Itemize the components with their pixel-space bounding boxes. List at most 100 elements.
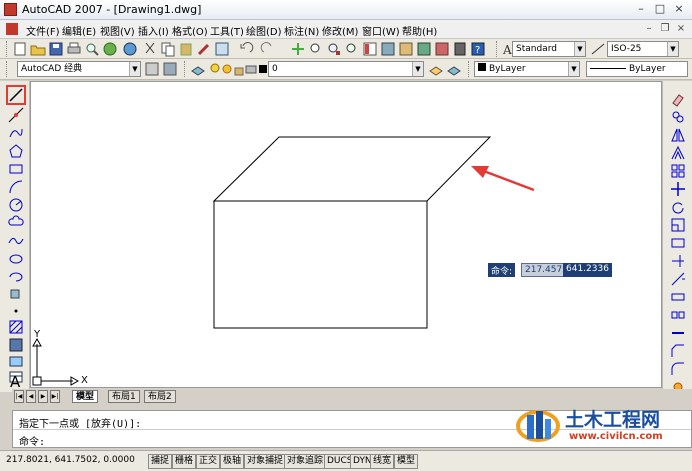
break-at-point-icon[interactable] [670, 289, 686, 305]
doc-minimize-button[interactable]: – [642, 22, 656, 36]
pan-icon[interactable] [290, 41, 306, 57]
menu-modify[interactable]: 修改(M) [320, 22, 360, 39]
grid-toggle[interactable]: 栅格 [172, 454, 197, 469]
ellipse-arc-icon[interactable] [8, 269, 24, 285]
next-tab-button[interactable]: ▶ [38, 390, 48, 403]
doc-close-button[interactable]: × [674, 22, 688, 36]
otrack-toggle[interactable]: 对象追踪 [284, 454, 327, 469]
menu-dimension[interactable]: 标注(N) [282, 22, 321, 39]
copy-icon[interactable] [160, 41, 176, 57]
break-icon[interactable] [670, 307, 686, 323]
ortho-toggle[interactable]: 正交 [196, 454, 221, 469]
print-icon[interactable] [66, 41, 82, 57]
sheet-set-icon[interactable] [416, 41, 432, 57]
text-style-dropdown[interactable]: Standard ▼ [512, 41, 586, 57]
layer-manager-icon[interactable] [190, 61, 206, 77]
polyline-icon[interactable] [8, 125, 24, 141]
save-icon[interactable] [48, 41, 64, 57]
offset-icon[interactable] [670, 145, 686, 161]
match-properties-icon[interactable] [196, 41, 212, 57]
layer-dropdown[interactable]: 0 ▼ [268, 61, 424, 77]
menu-draw[interactable]: 绘图(D) [244, 22, 284, 39]
workspace-settings-icon[interactable] [144, 61, 160, 77]
my-workspace-icon[interactable] [162, 61, 178, 77]
help-icon[interactable]: ? [470, 41, 486, 57]
document-icon[interactable] [6, 23, 18, 35]
doc-restore-button[interactable]: ❐ [658, 22, 672, 36]
cut-icon[interactable] [142, 41, 158, 57]
insert-block-icon[interactable] [8, 287, 24, 303]
construction-line-icon[interactable] [8, 107, 24, 123]
tool-palettes-icon[interactable] [398, 41, 414, 57]
new-file-icon[interactable] [12, 41, 28, 57]
move-icon[interactable] [670, 181, 686, 197]
multiline-text-icon[interactable]: A [8, 373, 24, 389]
spline-icon[interactable] [8, 233, 24, 249]
close-button[interactable]: × [670, 2, 688, 17]
properties-icon[interactable] [362, 41, 378, 57]
snap-toggle[interactable]: 捕捉 [148, 454, 173, 469]
linetype-dropdown[interactable]: ByLayer [586, 61, 688, 77]
redo-icon[interactable] [260, 41, 276, 57]
extend-icon[interactable] [670, 271, 686, 287]
gradient-icon[interactable] [8, 337, 24, 353]
design-center-icon[interactable] [380, 41, 396, 57]
mirror-icon[interactable] [670, 127, 686, 143]
minimize-button[interactable]: – [632, 2, 650, 17]
rotate-icon[interactable] [670, 199, 686, 215]
drawing-canvas[interactable]: Y X [30, 81, 662, 388]
chamfer-icon[interactable] [670, 343, 686, 359]
line-icon[interactable] [8, 87, 24, 103]
paste-icon[interactable] [178, 41, 194, 57]
hatch-icon[interactable] [8, 319, 24, 335]
toolbar-grip[interactable] [6, 41, 9, 57]
toolbar-grip[interactable] [496, 41, 499, 57]
lineweight-toggle[interactable]: 线宽 [370, 454, 395, 469]
make-object-layer-current-icon[interactable] [428, 61, 444, 77]
erase-icon[interactable] [670, 91, 686, 107]
color-dropdown[interactable]: ByLayer ▼ [474, 61, 580, 77]
first-tab-button[interactable]: |◀ [14, 390, 24, 403]
point-icon[interactable] [8, 303, 24, 319]
copy-object-icon[interactable] [670, 109, 686, 125]
tab-layout2[interactable]: 布局2 [144, 390, 176, 403]
rectangle-icon[interactable] [8, 161, 24, 177]
circle-icon[interactable] [8, 197, 24, 213]
model-toggle[interactable]: 模型 [394, 454, 419, 469]
ellipse-icon[interactable] [8, 251, 24, 267]
arc-icon[interactable] [8, 179, 24, 195]
menu-window[interactable]: 窗口(W) [360, 22, 402, 39]
region-icon[interactable] [8, 353, 24, 369]
undo-icon[interactable] [238, 41, 254, 57]
trim-icon[interactable] [670, 253, 686, 269]
tab-model[interactable]: 模型 [72, 390, 99, 403]
last-tab-button[interactable]: ▶| [50, 390, 60, 403]
plot-preview-icon[interactable] [84, 41, 100, 57]
dim-style-dropdown[interactable]: ISO-25 ▼ [607, 41, 679, 57]
osnap-toggle[interactable]: 对象捕捉 [244, 454, 287, 469]
toolbar-grip[interactable] [184, 61, 187, 77]
coordinate-readout[interactable]: 217.8021, 641.7502, 0.0000 [6, 455, 135, 465]
polygon-icon[interactable] [8, 143, 24, 159]
scale-icon[interactable] [670, 217, 686, 233]
menu-tools[interactable]: 工具(T) [208, 22, 246, 39]
open-folder-icon[interactable] [30, 41, 46, 57]
block-editor-icon[interactable] [214, 41, 230, 57]
workspace-dropdown[interactable]: AutoCAD 经典 ▼ [17, 61, 141, 77]
array-icon[interactable] [670, 163, 686, 179]
publish-web-icon[interactable] [122, 41, 138, 57]
zoom-window-icon[interactable] [326, 41, 342, 57]
layer-previous-icon[interactable] [446, 61, 462, 77]
menu-format[interactable]: 格式(O) [170, 22, 210, 39]
prev-tab-button[interactable]: ◀ [26, 390, 36, 403]
command-prompt[interactable]: 命令: [19, 433, 45, 448]
markup-set-icon[interactable] [434, 41, 450, 57]
toolbar-grip[interactable] [6, 61, 9, 77]
menu-view[interactable]: 视图(V) [98, 22, 137, 39]
dynamic-input-y[interactable]: 641.2336 [563, 263, 612, 277]
autocad-app-icon[interactable] [4, 3, 17, 16]
quickcalc-icon[interactable] [452, 41, 468, 57]
menu-insert[interactable]: 插入(I) [136, 22, 171, 39]
join-icon[interactable] [670, 325, 686, 341]
menu-edit[interactable]: 编辑(E) [60, 22, 98, 39]
